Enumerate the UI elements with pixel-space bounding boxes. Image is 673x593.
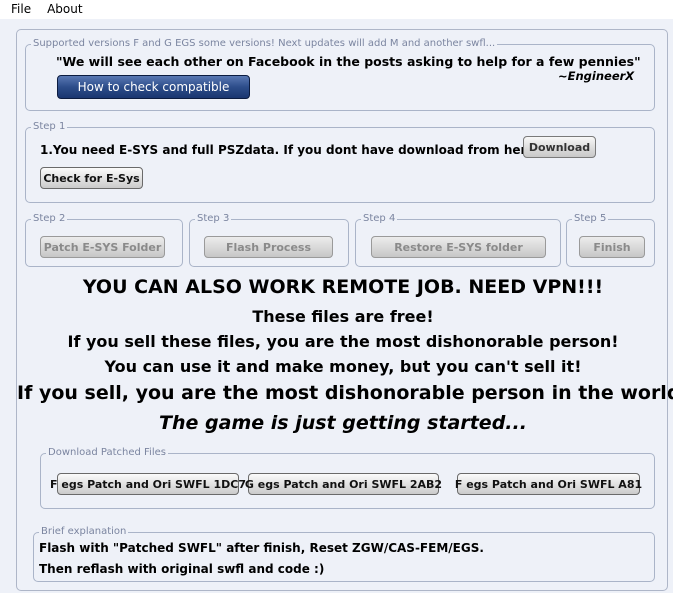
step3-legend: Step 3 [195,212,232,226]
finish-button[interactable]: Finish [579,236,645,258]
menu-file[interactable]: File [0,0,41,19]
remote-job-message: YOU CAN ALSO WORK REMOTE JOB. NEED VPN!!… [82,276,604,298]
download-button[interactable]: Download [523,136,596,158]
sell-world-message: If you sell, you are the most dishonorab… [17,382,673,404]
flash-process-button[interactable]: Flash Process [204,236,333,258]
check-for-esys-button[interactable]: Check for E-Sys [40,167,143,189]
step3-group: Step 3 Flash Process [189,212,349,267]
download-patched-files-group: Download Patched Files F egs Patch and O… [40,446,655,509]
use-money-message: You can use it and make money, but you c… [104,357,582,376]
download-f-egs-1dc7-button[interactable]: F egs Patch and Ori SWFL 1DC7 [50,473,246,495]
supported-versions-legend: Supported versions F and G EGS some vers… [31,37,498,51]
main-panel: Supported versions F and G EGS some vers… [16,29,673,591]
brief-line-1: Flash with "Patched SWFL" after finish, … [39,541,484,555]
step5-legend: Step 5 [572,212,609,226]
step1-instruction: 1.You need E-SYS and full PSZdata. If yo… [40,143,541,157]
step1-legend: Step 1 [31,120,68,134]
game-started-message: The game is just getting started... [159,412,527,434]
step2-legend: Step 2 [31,212,68,226]
step2-group: Step 2 Patch E-SYS Folder [25,212,183,267]
facebook-quote: "We will see each other on Facebook in t… [56,54,641,69]
restore-esys-folder-button[interactable]: Restore E-SYS folder [371,236,546,258]
step4-legend: Step 4 [361,212,398,226]
brief-line-2: Then reflash with original swfl and code… [39,562,325,576]
download-patched-files-legend: Download Patched Files [46,446,168,460]
sell-warning-message: If you sell these files, you are the mos… [67,332,619,351]
download-f-egs-a81-button[interactable]: F egs Patch and Ori SWFL A81 [455,473,642,495]
step4-group: Step 4 Restore E-SYS folder [355,212,561,267]
how-to-check-compatible-button[interactable]: How to check compatible [57,75,250,99]
brief-explanation-legend: Brief explanation [39,525,129,539]
step1-group: Step 1 1.You need E-SYS and full PSZdata… [25,120,655,203]
files-free-message: These files are free! [252,307,434,326]
brief-explanation-group: Brief explanation Flash with "Patched SW… [33,525,655,582]
menu-about[interactable]: About [41,0,88,19]
menu-bar: File About [0,0,673,19]
signature: ~EngineerX [558,69,635,83]
supported-versions-group: Supported versions F and G EGS some vers… [25,37,655,111]
download-g-egs-2ab2-button[interactable]: G egs Patch and Ori SWFL 2AB2 [245,473,442,495]
patch-esys-folder-button[interactable]: Patch E-SYS Folder [40,236,165,258]
step5-group: Step 5 Finish [566,212,655,267]
